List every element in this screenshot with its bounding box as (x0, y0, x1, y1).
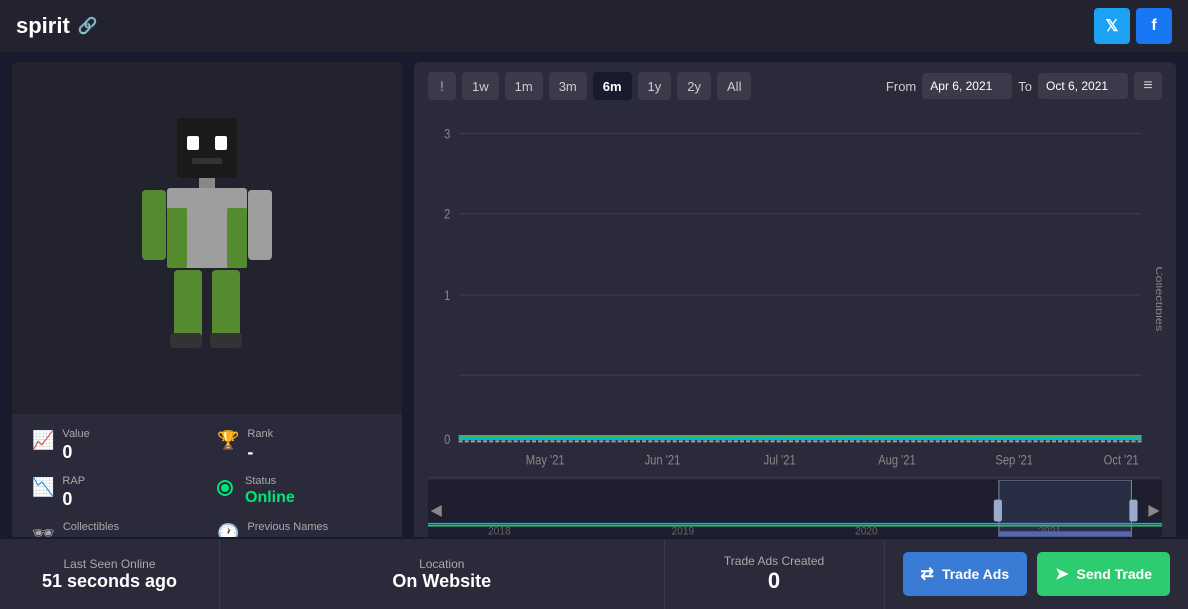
rap-label: RAP (62, 475, 85, 488)
avatar (122, 108, 292, 368)
chart-toolbar: ! 1w 1m 3m 6m 1y 2y All From To ≡ (428, 72, 1162, 100)
header-right: 𝕏 f (1094, 8, 1172, 44)
collectibles-label: Collectibles (63, 521, 119, 534)
to-date-input[interactable] (1038, 73, 1128, 99)
trade-ads-value: 0 (768, 568, 780, 594)
chart-wrapper: 3 2 1 0 Collectibles May '21 (428, 108, 1162, 562)
svg-text:2019: 2019 (672, 525, 695, 537)
svg-text:◀: ◀ (431, 503, 443, 520)
svg-text:2: 2 (444, 207, 450, 222)
svg-text:2018: 2018 (488, 525, 511, 537)
from-label: From (886, 79, 916, 94)
app-title: spirit (16, 13, 70, 39)
svg-text:Jun '21: Jun '21 (645, 452, 681, 467)
to-label: To (1018, 79, 1032, 94)
period-all[interactable]: All (717, 72, 751, 100)
chart-menu-button[interactable]: ≡ (1134, 72, 1162, 100)
last-seen-stat: Last Seen Online 51 seconds ago (0, 539, 220, 609)
svg-text:3: 3 (444, 126, 450, 141)
location-label: Location (419, 557, 464, 571)
svg-text:▶: ▶ (1148, 503, 1160, 520)
status-value: Online (245, 488, 295, 509)
left-panel: 📈 Value 0 🏆 Rank - 📉 (12, 62, 402, 572)
stat-status-item: Status Online (217, 475, 382, 512)
svg-text:2020: 2020 (855, 525, 878, 537)
prev-names-label: Previous Names (247, 521, 328, 534)
send-trade-icon: ➤ (1055, 564, 1068, 584)
value-label: Value (62, 428, 89, 441)
status-label: Status (245, 475, 295, 488)
period-1m[interactable]: 1m (505, 72, 543, 100)
period-1y[interactable]: 1y (638, 72, 672, 100)
value-number: 0 (62, 441, 89, 464)
rap-number: 0 (62, 488, 85, 511)
rank-label: Rank (247, 428, 273, 441)
svg-text:Jul '21: Jul '21 (764, 452, 796, 467)
svg-text:0: 0 (444, 432, 450, 447)
trade-ads-icon: ⇄ (921, 564, 934, 584)
location-value: On Website (392, 571, 491, 592)
value-icon: 📈 (32, 430, 54, 451)
bottom-bar: Last Seen Online 51 seconds ago Location… (0, 537, 1188, 609)
chart-svg: 3 2 1 0 Collectibles May '21 (428, 108, 1162, 477)
rap-icon: 📉 (32, 477, 54, 498)
stat-rap-item: 📉 RAP 0 (32, 475, 197, 512)
header: spirit 🔗 𝕏 f (0, 0, 1188, 52)
from-date-input[interactable] (922, 73, 1012, 99)
svg-text:May '21: May '21 (526, 452, 565, 467)
svg-text:Aug '21: Aug '21 (878, 452, 916, 467)
last-seen-value: 51 seconds ago (42, 571, 177, 592)
chart-mini: 2018 2019 2020 2021 ◀ ▶ (428, 480, 1162, 540)
period-6m[interactable]: 6m (593, 72, 632, 100)
chart-main: 3 2 1 0 Collectibles May '21 (428, 108, 1162, 478)
link-icon[interactable]: 🔗 (78, 16, 98, 36)
rank-number: - (247, 441, 273, 464)
svg-text:1: 1 (444, 288, 450, 303)
period-3m[interactable]: 3m (549, 72, 587, 100)
stat-rank-item: 🏆 Rank - (217, 428, 382, 465)
trade-ads-stat: Trade Ads Created 0 (665, 539, 885, 609)
mini-chart-svg: 2018 2019 2020 2021 ◀ ▶ (428, 480, 1162, 540)
facebook-button[interactable]: f (1136, 8, 1172, 44)
trade-ads-button[interactable]: ⇄ Trade Ads (903, 552, 1028, 596)
right-panel: ! 1w 1m 3m 6m 1y 2y All From To ≡ (414, 62, 1176, 572)
twitter-button[interactable]: 𝕏 (1094, 8, 1130, 44)
main-content: 📈 Value 0 🏆 Rank - 📉 (0, 52, 1188, 582)
chart-info-button[interactable]: ! (428, 72, 456, 100)
send-trade-btn-label: Send Trade (1077, 566, 1152, 582)
svg-text:Collectibles: Collectibles (1153, 266, 1162, 331)
date-range: From To ≡ (886, 72, 1162, 100)
status-icon (217, 477, 237, 498)
send-trade-button[interactable]: ➤ Send Trade (1037, 552, 1170, 596)
action-buttons: ⇄ Trade Ads ➤ Send Trade (885, 552, 1188, 596)
location-stat: Location On Website (220, 539, 665, 609)
avatar-section (12, 62, 402, 414)
svg-text:Sep '21: Sep '21 (995, 452, 1033, 467)
period-1w[interactable]: 1w (462, 72, 499, 100)
trade-ads-btn-label: Trade Ads (942, 566, 1009, 582)
stat-value-item: 📈 Value 0 (32, 428, 197, 465)
header-left: spirit 🔗 (16, 13, 98, 39)
last-seen-label: Last Seen Online (63, 557, 155, 571)
period-2y[interactable]: 2y (677, 72, 711, 100)
trade-ads-label: Trade Ads Created (724, 554, 824, 568)
svg-text:Oct '21: Oct '21 (1104, 452, 1139, 467)
rank-icon: 🏆 (217, 430, 239, 451)
